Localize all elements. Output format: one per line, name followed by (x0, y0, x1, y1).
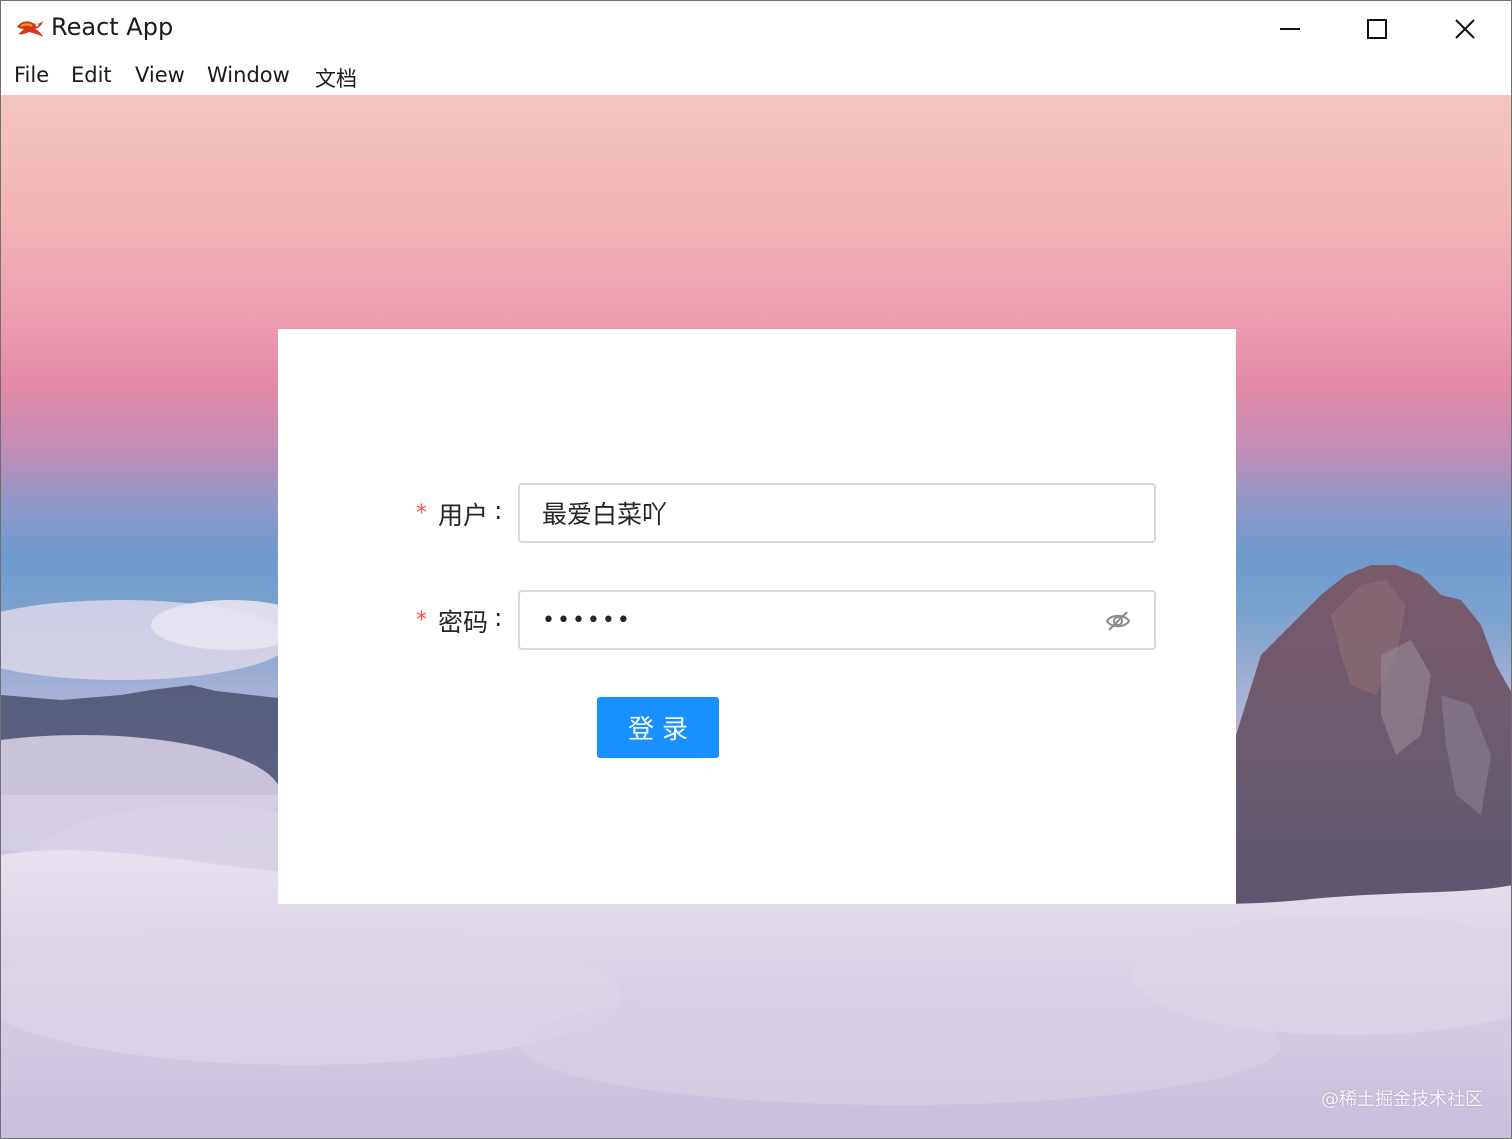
menu-file[interactable]: File (14, 63, 49, 87)
maximize-icon (1367, 19, 1387, 39)
required-marker: * (416, 608, 427, 633)
eye-invisible-icon[interactable] (1104, 607, 1132, 635)
minimize-icon (1280, 28, 1300, 30)
username-input[interactable] (518, 483, 1156, 543)
login-card: * 用户 : * 密码 : 登录 (278, 329, 1236, 904)
menu-docs[interactable]: 文档 (315, 63, 357, 93)
menu-view[interactable]: View (135, 63, 185, 87)
background-scene: * 用户 : * 密码 : 登录 @稀土掘金技术社区 (1, 95, 1511, 1138)
password-row: * 密码 : (278, 590, 1236, 652)
username-row: * 用户 : (278, 483, 1236, 545)
menu-bar: File Edit View Window 文档 (1, 57, 1511, 95)
username-label: 用户 (438, 501, 489, 530)
close-icon (1455, 19, 1475, 39)
login-button[interactable]: 登录 (597, 697, 719, 758)
close-button[interactable] (1421, 1, 1509, 57)
password-colon: : (494, 603, 503, 632)
app-logo-icon (17, 21, 43, 37)
menu-window[interactable]: Window (207, 63, 290, 87)
watermark-text: @稀土掘金技术社区 (1321, 1089, 1483, 1110)
password-input[interactable] (518, 590, 1156, 650)
window-title: React App (51, 13, 174, 41)
password-label: 密码 (438, 608, 489, 637)
title-bar[interactable]: React App (1, 1, 1511, 57)
app-window: React App File Edit View Window 文档 * 用户 … (0, 0, 1512, 1139)
required-marker: * (416, 501, 427, 526)
minimize-button[interactable] (1246, 1, 1334, 57)
username-colon: : (494, 496, 503, 525)
maximize-button[interactable] (1333, 1, 1421, 57)
menu-edit[interactable]: Edit (71, 63, 112, 87)
